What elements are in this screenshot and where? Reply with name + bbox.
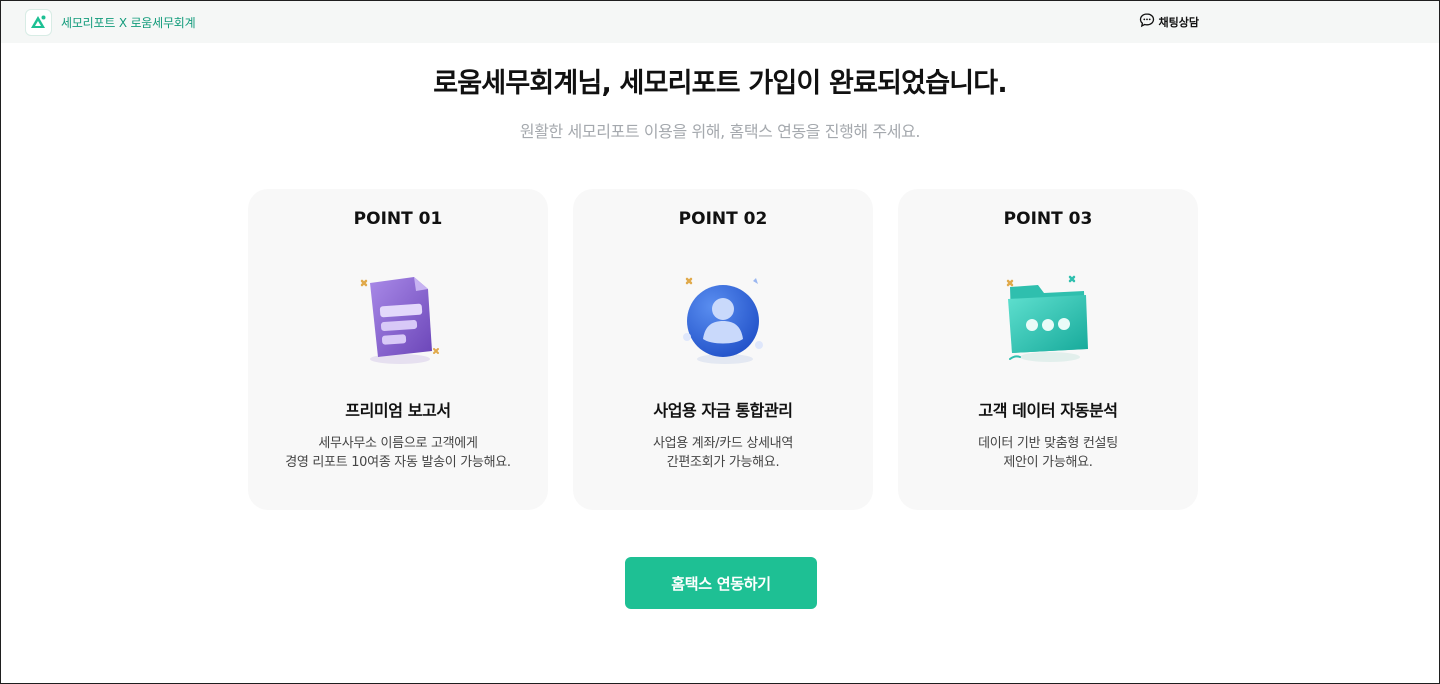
brand-name: 세모리포트 X 로움세무회계	[61, 15, 196, 30]
brand[interactable]: 세모리포트 X 로움세무회계	[25, 8, 196, 36]
page-subtitle: 원활한 세모리포트 이용을 위해, 홈택스 연동을 진행해 주세요.	[519, 122, 921, 141]
brand-logo-icon	[25, 8, 52, 36]
top-header: 세모리포트 X 로움세무회계 채팅상담	[1, 1, 1439, 43]
feature-card-fund-management: POINT 02 사업용 자금 통합관리 사업용 계좌/카드 상세내역 간편조회…	[573, 189, 873, 510]
page-title: 로움세무회계님, 세모리포트 가입이 완료되었습니다.	[433, 68, 1007, 99]
card-description-line: 사업용 계좌/카드 상세내역	[652, 436, 793, 451]
card-title: 고객 데이터 자동분석	[978, 401, 1118, 420]
card-description-line: 제안이 가능해요.	[1003, 455, 1093, 470]
card-point-label: POINT 03	[1003, 209, 1093, 229]
document-icon	[348, 269, 448, 369]
card-description-line: 간편조회가 가능해요.	[666, 455, 780, 470]
card-description-line: 데이터 기반 맞춤형 컨설팅	[978, 436, 1118, 451]
card-description: 세무사무소 이름으로 고객에게 경영 리포트 10여종 자동 발송이 가능해요.	[248, 434, 548, 472]
card-description-line: 세무사무소 이름으로 고객에게	[318, 436, 478, 451]
card-description: 사업용 계좌/카드 상세내역 간편조회가 가능해요.	[573, 434, 873, 472]
card-title: 사업용 자금 통합관리	[653, 401, 793, 420]
folder-icon	[998, 269, 1098, 369]
card-point-label: POINT 02	[678, 209, 768, 229]
feature-card-premium-report: POINT 01 프리미엄 보고서 세무사무소 이름으로 고객에게 경영 리포트…	[248, 189, 548, 510]
chat-consult-label: 채팅상담	[1158, 16, 1199, 29]
hometax-connect-button[interactable]: 홈택스 연동하기	[625, 557, 817, 609]
card-point-label: POINT 01	[353, 209, 443, 229]
card-title: 프리미엄 보고서	[345, 401, 451, 420]
card-description: 데이터 기반 맞춤형 컨설팅 제안이 가능해요.	[898, 434, 1198, 472]
feature-card-data-analysis: POINT 03 고객 데이터 자동분석 데이터 기반 맞춤형 컨설팅 제안이 …	[898, 189, 1198, 510]
user-badge-icon	[673, 269, 773, 369]
chat-consult-button[interactable]: 채팅상담	[1139, 12, 1199, 32]
card-description-line: 경영 리포트 10여종 자동 발송이 가능해요.	[285, 455, 511, 470]
chat-bubble-icon	[1139, 12, 1155, 32]
